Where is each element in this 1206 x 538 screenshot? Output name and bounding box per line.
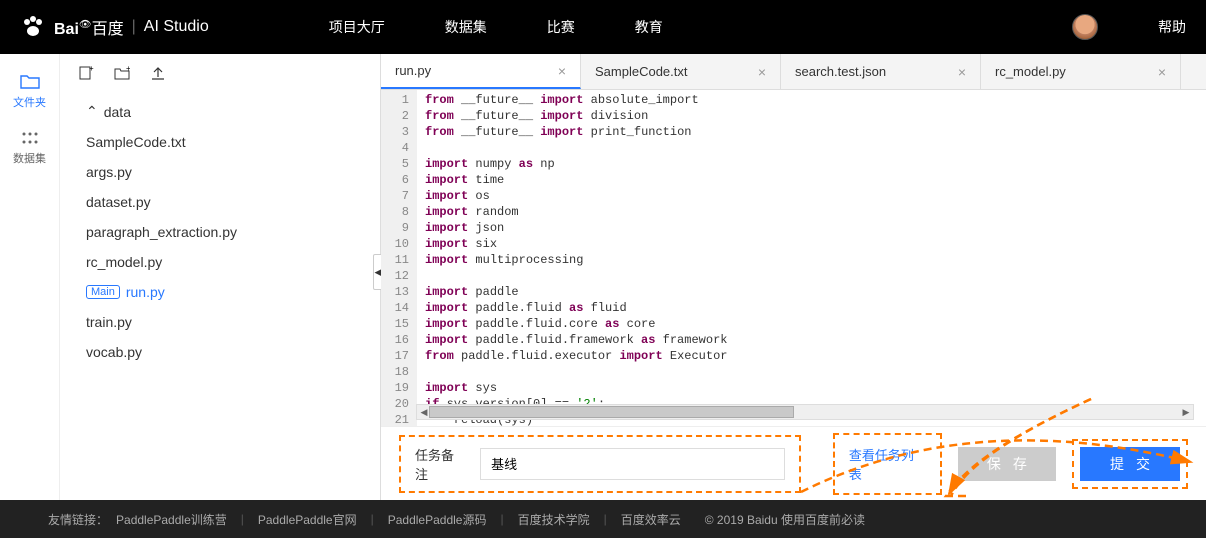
footer-link[interactable]: PaddlePaddle训练营 <box>116 511 227 528</box>
rail-folder[interactable]: 文件夹 <box>13 74 46 110</box>
main-badge: Main <box>86 285 120 299</box>
file-tree: ⌃ data SampleCode.txt args.py dataset.py… <box>60 92 380 371</box>
logo[interactable]: Bai👁百度 | AI Studio <box>20 14 209 40</box>
footer-copyright: © 2019 Baidu 使用百度前必读 <box>705 511 865 528</box>
footer-link[interactable]: PaddlePaddle官网 <box>258 511 357 528</box>
top-nav: 项目大厅 数据集 比赛 教育 <box>329 17 663 37</box>
task-note-group: 任务备注 <box>399 435 801 493</box>
new-folder-icon[interactable]: + <box>114 65 130 81</box>
submit-button[interactable]: 提交 <box>1080 447 1180 481</box>
tab-rcmodel[interactable]: rc_model.py× <box>981 54 1181 89</box>
footer-link[interactable]: PaddlePaddle源码 <box>388 511 487 528</box>
scroll-right-icon[interactable]: ▶ <box>1179 407 1193 418</box>
tree-file[interactable]: dataset.py <box>68 187 372 217</box>
new-file-icon[interactable]: + <box>78 65 94 81</box>
footer: 友情链接： PaddlePaddle训练营| PaddlePaddle官网| P… <box>0 500 1206 538</box>
help-link[interactable]: 帮助 <box>1158 17 1186 37</box>
bottom-bar: 任务备注 查看任务列表 保存 提交 <box>381 426 1206 500</box>
tab-samplecode[interactable]: SampleCode.txt× <box>581 54 781 89</box>
nav-projects[interactable]: 项目大厅 <box>329 17 385 37</box>
nav-competition[interactable]: 比赛 <box>547 17 575 37</box>
tree-file[interactable]: vocab.py <box>68 337 372 367</box>
scrollbar-thumb[interactable] <box>429 406 794 418</box>
svg-text:+: + <box>126 65 130 73</box>
nav-datasets[interactable]: 数据集 <box>445 17 487 37</box>
header-right: 帮助 <box>1072 14 1186 40</box>
folder-icon <box>20 74 40 90</box>
close-icon[interactable]: × <box>958 64 966 80</box>
upload-icon[interactable] <box>150 65 166 81</box>
task-note-label: 任务备注 <box>415 445 466 483</box>
rail-dataset[interactable]: 数据集 <box>13 130 46 166</box>
close-icon[interactable]: × <box>1158 64 1166 80</box>
top-header: Bai👁百度 | AI Studio 项目大厅 数据集 比赛 教育 帮助 <box>0 0 1206 54</box>
avatar[interactable] <box>1072 14 1098 40</box>
left-rail: 文件夹 数据集 <box>0 54 60 500</box>
main-area: 文件夹 数据集 + + ⌃ data SampleCode.txt args.p… <box>0 54 1206 500</box>
logo-suffix: AI Studio <box>144 18 209 36</box>
view-tasks-link[interactable]: 查看任务列表 <box>849 448 914 482</box>
task-note-input[interactable] <box>480 448 785 480</box>
view-tasks-group: 查看任务列表 <box>833 433 942 495</box>
file-panel: + + ⌃ data SampleCode.txt args.py datase… <box>60 54 380 500</box>
close-icon[interactable]: × <box>558 63 566 79</box>
logo-text-bai: Bai👁百度 <box>54 15 124 39</box>
submit-group: 提交 <box>1072 439 1188 489</box>
chevron-down-icon: ⌃ <box>86 103 98 120</box>
footer-label: 友情链接： <box>48 511 108 528</box>
nav-education[interactable]: 教育 <box>635 17 663 37</box>
tree-file[interactable]: paragraph_extraction.py <box>68 217 372 247</box>
tab-search-json[interactable]: search.test.json× <box>781 54 981 89</box>
baidu-paw-icon <box>20 14 46 40</box>
logo-divider: | <box>132 18 136 36</box>
tree-file[interactable]: args.py <box>68 157 372 187</box>
grid-icon <box>20 130 40 146</box>
tree-file[interactable]: SampleCode.txt <box>68 127 372 157</box>
footer-link[interactable]: 百度效率云 <box>621 511 681 528</box>
file-toolbar: + + <box>60 54 380 92</box>
tree-folder-label: data <box>104 104 131 120</box>
editor-tabs: run.py× SampleCode.txt× search.test.json… <box>381 54 1206 90</box>
tree-file-active[interactable]: Main run.py <box>68 277 372 307</box>
svg-text:+: + <box>89 65 94 73</box>
tree-file[interactable]: train.py <box>68 307 372 337</box>
tab-run-py[interactable]: run.py× <box>381 54 581 89</box>
horizontal-scrollbar[interactable]: ◀ ▶ <box>416 404 1194 420</box>
close-icon[interactable]: × <box>758 64 766 80</box>
rail-folder-label: 文件夹 <box>13 94 46 110</box>
editor-area: ◀ run.py× SampleCode.txt× search.test.js… <box>380 54 1206 500</box>
save-button[interactable]: 保存 <box>958 447 1056 481</box>
rail-dataset-label: 数据集 <box>13 150 46 166</box>
tree-file[interactable]: rc_model.py <box>68 247 372 277</box>
tree-folder-data[interactable]: ⌃ data <box>68 96 372 127</box>
footer-link[interactable]: 百度技术学院 <box>518 511 590 528</box>
